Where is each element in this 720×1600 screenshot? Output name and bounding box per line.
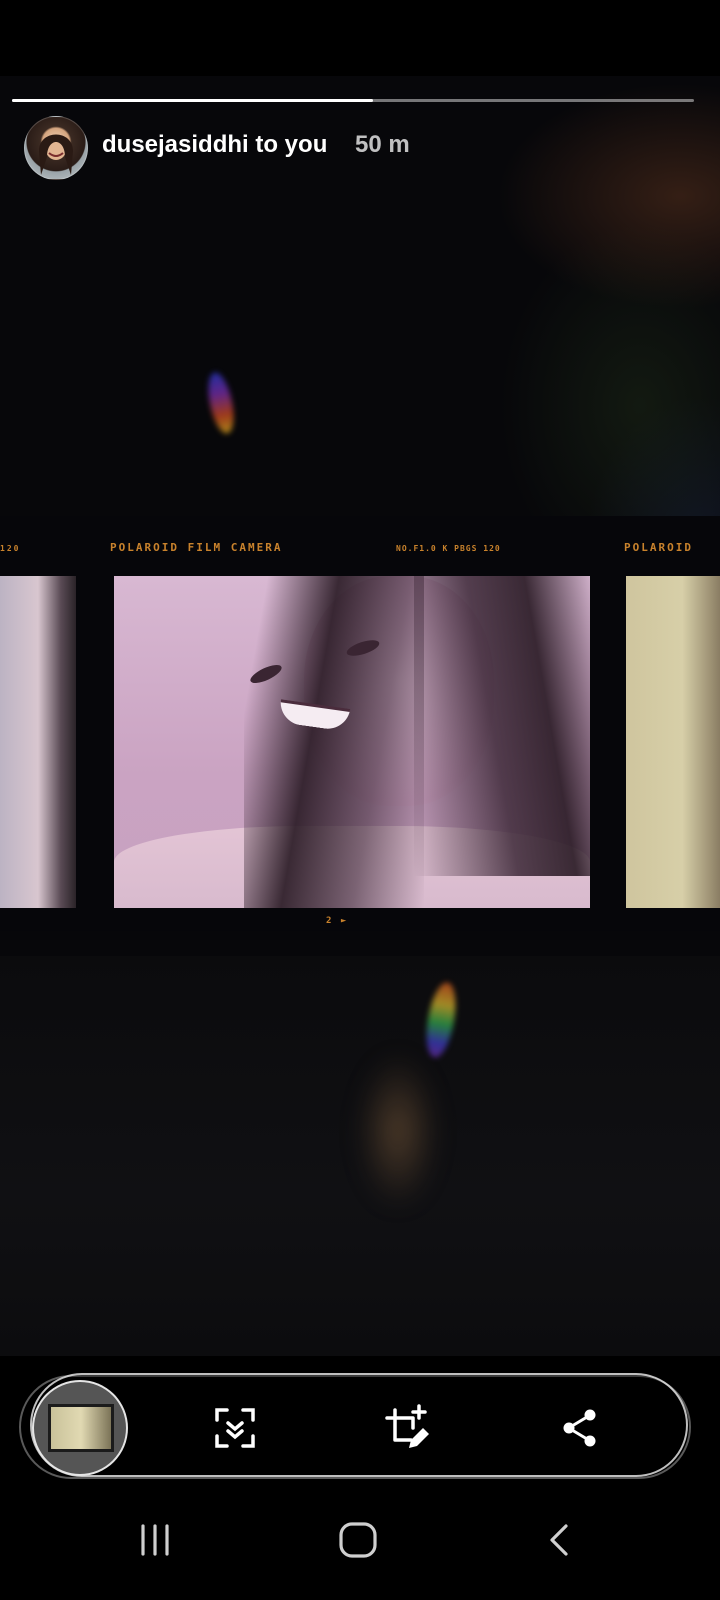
story-media[interactable]: 120 POLAROID FILM CAMERA NO.F1.0 K PBGS … [0, 76, 720, 1356]
film-label-right: POLAROID [624, 541, 693, 554]
story-progress-fill [12, 99, 374, 102]
thumbnail-image [48, 1404, 114, 1452]
story-progress-bar [12, 99, 694, 102]
photo-hair [414, 576, 590, 876]
film-code-label: NO.F1.0 K PBGS 120 [396, 544, 501, 553]
back-button[interactable] [520, 1500, 600, 1580]
share-icon [563, 1409, 596, 1447]
recent-apps-button[interactable] [115, 1500, 195, 1580]
crop-edit-icon [385, 1404, 429, 1448]
photo-hair [244, 576, 424, 908]
film-edge-label: 120 [0, 544, 21, 553]
photo-frame-left [0, 576, 76, 908]
home-button[interactable] [318, 1500, 398, 1580]
frame-number: 2 ► [326, 916, 349, 926]
avatar-icon [39, 134, 73, 175]
back-icon [550, 1524, 568, 1556]
photo-frame-main [114, 576, 590, 908]
recent-apps-icon [141, 1524, 169, 1556]
share-button[interactable] [548, 1396, 612, 1460]
edit-crop-button[interactable] [375, 1396, 439, 1460]
film-strip: 120 POLAROID FILM CAMERA NO.F1.0 K PBGS … [0, 516, 720, 931]
photo-frame-right [626, 576, 720, 908]
avatar[interactable] [24, 116, 88, 180]
scan-icon [215, 1408, 255, 1448]
film-label: POLAROID FILM CAMERA [110, 541, 283, 554]
scan-button[interactable] [203, 1396, 267, 1460]
story-thumbnail[interactable] [32, 1380, 128, 1476]
light-flare [203, 370, 239, 436]
home-icon [339, 1522, 377, 1558]
story-time: 50 m [355, 131, 410, 158]
story-username[interactable]: dusejasiddhi to you [102, 131, 327, 159]
light-flare [358, 1056, 438, 1206]
